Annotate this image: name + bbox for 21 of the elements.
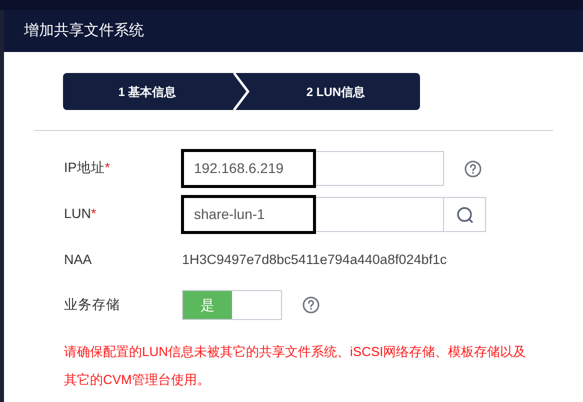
field-value: share-lun-1: [181, 195, 316, 234]
toggle-label: 是: [183, 291, 232, 320]
input-field[interactable]: 192.168.6.219: [182, 151, 444, 186]
step-tab[interactable]: 1 基本信息: [63, 73, 232, 110]
search-icon: [456, 206, 474, 224]
chevron-icon: [232, 73, 252, 110]
required-mark: *: [104, 159, 110, 178]
help-icon[interactable]: [302, 296, 320, 314]
warning-text: 请确保配置的LUN信息未被其它的共享文件系统、iSCSI网络存储、模板存储以及其它的CVM管理台使用。: [64, 343, 528, 390]
field-value: 1H3C9497e7d8bc5411e794a440a8f024bf1c: [182, 251, 447, 269]
step-tab[interactable]: 2 LUN信息: [252, 73, 420, 110]
help-icon[interactable]: [464, 160, 482, 178]
input-field[interactable]: share-lun-1: [182, 197, 444, 232]
field-label: NAA: [64, 251, 92, 269]
required-mark: *: [91, 205, 96, 224]
field-label: 业务存储: [64, 296, 120, 314]
field-value: 192.168.6.219: [181, 149, 316, 188]
field-label: LUN: [64, 205, 92, 224]
dialog-title: 增加共享文件系统: [24, 20, 144, 41]
search-button[interactable]: [444, 197, 486, 232]
field-label: IP地址: [64, 159, 105, 178]
